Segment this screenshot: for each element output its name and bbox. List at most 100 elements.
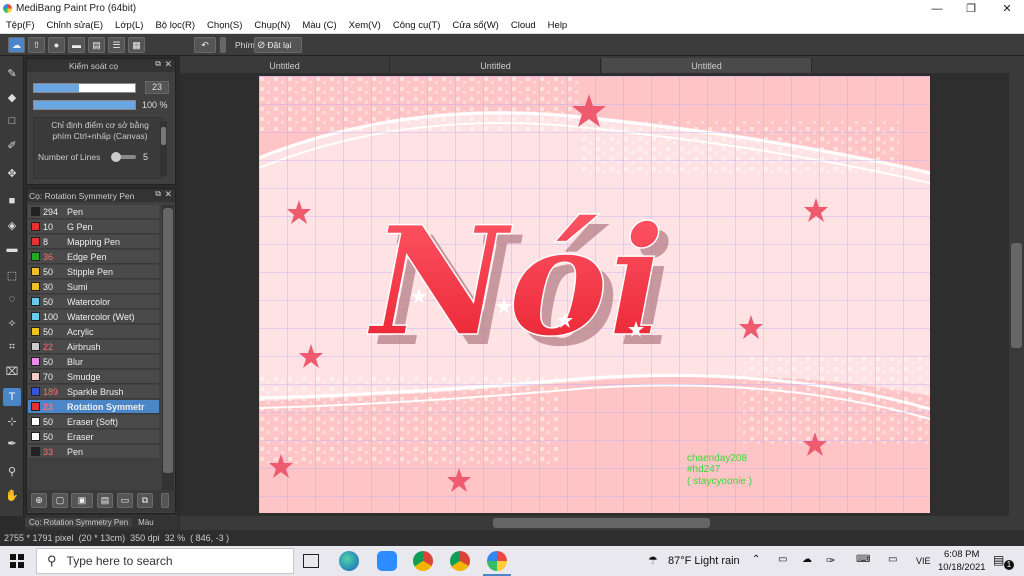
brush-list-item[interactable]: 70 Smudge bbox=[28, 370, 159, 384]
brush-list-item[interactable]: 50 Acrylic bbox=[28, 325, 159, 339]
reset-button[interactable]: ⊘ Đặt lại bbox=[254, 37, 302, 53]
keyboard-icon[interactable]: ⌨ bbox=[856, 554, 870, 565]
brush-list-item[interactable]: 33 Pen bbox=[28, 445, 159, 459]
popout-icon[interactable]: ⧉ bbox=[155, 59, 161, 69]
drawing-canvas[interactable]: Nói Nói chaenday208 #hd247 ( staycyoonie… bbox=[259, 76, 930, 513]
duplicate-icon[interactable]: ⧉ bbox=[137, 493, 153, 508]
brush-list-item[interactable]: 50 Blur bbox=[28, 355, 159, 369]
brush-list-item[interactable]: 36 Edge Pen bbox=[28, 250, 159, 264]
tab-untitled-2[interactable]: Untitled bbox=[391, 58, 601, 73]
notification-icon[interactable]: ▤ bbox=[993, 553, 1004, 567]
select-rect-tool-icon[interactable]: ⬚ bbox=[3, 266, 21, 284]
folder-icon[interactable]: ▭ bbox=[117, 493, 133, 508]
chrome-icon[interactable] bbox=[450, 551, 470, 571]
add-brush-icon[interactable]: ⊕ bbox=[31, 493, 47, 508]
brush-list-item[interactable]: 8 Mapping Pen bbox=[28, 235, 159, 249]
taskbar-search-box[interactable]: ⚲ Type here to search bbox=[36, 548, 294, 574]
medibang-icon[interactable] bbox=[487, 551, 507, 571]
brush-list-item[interactable]: 22 Airbrush bbox=[28, 340, 159, 354]
menu-window[interactable]: Cửa sổ(W) bbox=[452, 20, 498, 31]
brush-list-item[interactable]: 100 Watercolor (Wet) bbox=[28, 310, 159, 324]
vertical-scrollbar[interactable] bbox=[1009, 73, 1024, 516]
brush-size-slider[interactable] bbox=[33, 83, 136, 93]
brush-list-item[interactable]: 50 Watercolor bbox=[28, 295, 159, 309]
grid-icon[interactable]: ▦ bbox=[128, 37, 145, 53]
eyedropper-tool-icon[interactable]: ⚲ bbox=[3, 462, 21, 480]
tab-untitled-1[interactable]: Untitled bbox=[180, 58, 390, 73]
magic-wand-tool-icon[interactable]: ✧ bbox=[3, 314, 21, 332]
hint-scroll-thumb[interactable] bbox=[161, 127, 166, 145]
hand-tool-icon[interactable]: ✋ bbox=[3, 486, 21, 504]
brush-list-item[interactable]: 10 G Pen bbox=[28, 220, 159, 234]
select-eraser-tool-icon[interactable]: ⌧ bbox=[3, 362, 21, 380]
edge-icon[interactable] bbox=[339, 551, 359, 571]
vertical-scroll-thumb[interactable] bbox=[1011, 243, 1022, 348]
select-pen-tool-icon[interactable]: ⌗ bbox=[3, 338, 21, 356]
menu-tools[interactable]: Công cụ(T) bbox=[393, 20, 441, 31]
brush-list-item[interactable]: 50 Eraser bbox=[28, 430, 159, 444]
operation-tool-icon[interactable]: ⊹ bbox=[3, 412, 21, 430]
display-icon[interactable]: ▭ bbox=[888, 554, 897, 565]
dot-tool-icon[interactable]: □ bbox=[3, 112, 21, 130]
document-icon[interactable]: ▤ bbox=[88, 37, 105, 53]
brush-doc-icon[interactable]: ▤ bbox=[97, 493, 113, 508]
pen-icon[interactable]: ✑ bbox=[826, 554, 835, 567]
brush-list-item[interactable]: 294 Pen bbox=[28, 205, 159, 219]
minimize-button[interactable]: — bbox=[920, 0, 954, 17]
horizontal-scrollbar[interactable] bbox=[180, 516, 1024, 530]
popout-icon[interactable]: ⧉ bbox=[155, 189, 161, 199]
lasso-tool-icon[interactable]: ◌ bbox=[3, 290, 21, 308]
task-view-icon[interactable] bbox=[303, 554, 319, 568]
brush-size-value[interactable]: 23 bbox=[145, 81, 169, 94]
chrome-icon[interactable] bbox=[413, 551, 433, 571]
menu-view[interactable]: Xem(V) bbox=[349, 20, 381, 31]
menu-help[interactable]: Help bbox=[548, 20, 568, 31]
bucket-tool-icon[interactable]: ◈ bbox=[3, 216, 21, 234]
pen-tool-icon[interactable]: ✐ bbox=[3, 136, 21, 154]
move-tool-icon[interactable]: ✥ bbox=[3, 164, 21, 182]
menu-color[interactable]: Màu (C) bbox=[302, 20, 336, 31]
menu-filter[interactable]: Bộ lọc(R) bbox=[155, 20, 195, 31]
network-icon[interactable]: ▭ bbox=[778, 554, 787, 565]
tab-untitled-3[interactable]: Untitled bbox=[602, 58, 812, 73]
zoom-icon[interactable] bbox=[377, 551, 397, 571]
brush-list-scroll-thumb[interactable] bbox=[163, 208, 173, 473]
brush-tool-icon[interactable]: ✎ bbox=[3, 64, 21, 82]
maximize-button[interactable]: ❐ bbox=[954, 0, 988, 17]
brush-opacity-slider[interactable] bbox=[33, 100, 136, 110]
dropper-tool-icon[interactable]: ✒ bbox=[3, 434, 21, 452]
list-icon[interactable]: ☰ bbox=[108, 37, 125, 53]
weather-text[interactable]: 87°F Light rain bbox=[668, 555, 740, 567]
close-panel-icon[interactable]: ✕ bbox=[164, 189, 172, 200]
fill-rect-tool-icon[interactable]: ■ bbox=[3, 192, 21, 210]
language-indicator[interactable]: VIE bbox=[916, 556, 931, 566]
menu-file[interactable]: Tệp(F) bbox=[6, 20, 35, 31]
new-brush-icon[interactable]: ▢ bbox=[52, 493, 68, 508]
close-button[interactable]: ✕ bbox=[990, 0, 1024, 17]
brush-list-item[interactable]: 189 Sparkle Brush bbox=[28, 385, 159, 399]
clock-time[interactable]: 6:08 PM bbox=[944, 549, 979, 560]
more-icon[interactable] bbox=[161, 493, 169, 508]
menu-cloud[interactable]: Cloud bbox=[511, 20, 536, 31]
text-tool-icon[interactable]: T bbox=[3, 388, 21, 406]
windows-start-icon[interactable] bbox=[10, 554, 24, 568]
brush-options-icon[interactable]: ▣ bbox=[71, 493, 93, 508]
undo-icon[interactable]: ↶ bbox=[194, 37, 216, 53]
menu-layer[interactable]: Lớp(L) bbox=[115, 20, 143, 31]
menu-select[interactable]: Chọn(S) bbox=[207, 20, 242, 31]
brush-list-item[interactable]: 30 Sumi bbox=[28, 280, 159, 294]
lines-slider-knob[interactable] bbox=[111, 152, 121, 162]
weather-icon[interactable]: ☂ bbox=[648, 554, 658, 567]
brush-list-item[interactable]: 50 Stipple Pen bbox=[28, 265, 159, 279]
horizontal-scroll-thumb[interactable] bbox=[493, 518, 710, 528]
eraser-tool-icon[interactable]: ◆ bbox=[3, 88, 21, 106]
close-panel-icon[interactable]: ✕ bbox=[164, 59, 172, 70]
chevron-up-icon[interactable]: ⌃ bbox=[752, 554, 760, 565]
menu-edit[interactable]: Chỉnh sửa(E) bbox=[47, 20, 104, 31]
tab-brush-panel[interactable]: Cọ: Rotation Symmetry Pen bbox=[25, 518, 133, 527]
upload-icon[interactable]: ⇧ bbox=[28, 37, 45, 53]
tab-color-panel[interactable]: Màu bbox=[134, 518, 158, 527]
menu-snap[interactable]: Chụp(N) bbox=[254, 20, 290, 31]
brush-list-item[interactable]: 50 Eraser (Soft) bbox=[28, 415, 159, 429]
chat-icon[interactable]: ▬ bbox=[68, 37, 85, 53]
